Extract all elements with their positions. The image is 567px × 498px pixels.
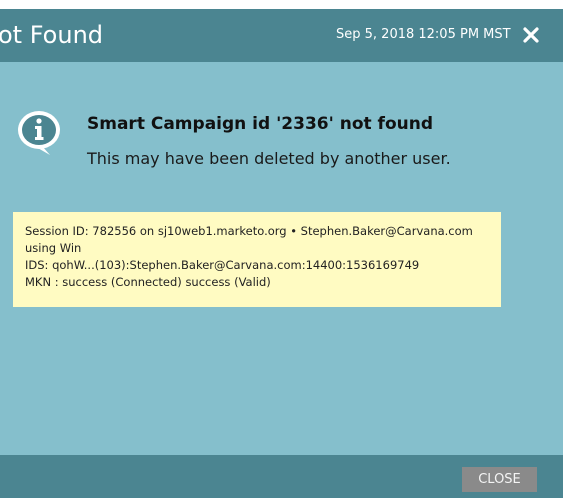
session-os-line: using Win [25,241,82,255]
error-message: This may have been deleted by another us… [87,149,451,168]
close-icon[interactable] [521,25,541,45]
timestamp: Sep 5, 2018 12:05 PM MST [336,27,511,42]
dialog-header: ot Found Sep 5, 2018 12:05 PM MST [0,9,563,62]
session-ids-line: IDS: qohW...(103):Stephen.Baker@Carvana.… [25,258,420,272]
dialog-footer: CLOSE [0,455,563,498]
page-edge [563,0,567,498]
info-icon [16,110,64,156]
dialog-title: ot Found [0,21,104,49]
session-id-line: Session ID: 782556 on sj10web1.marketo.o… [25,224,473,238]
error-title: Smart Campaign id '2336' not found [87,114,434,134]
session-mkn-line: MKN : success (Connected) success (Valid… [25,275,271,289]
not-found-dialog: ot Found Sep 5, 2018 12:05 PM MST Smart … [0,0,563,498]
session-info-box: Session ID: 782556 on sj10web1.marketo.o… [13,212,501,307]
close-button[interactable]: CLOSE [462,467,537,492]
page-background-strip [0,0,563,9]
